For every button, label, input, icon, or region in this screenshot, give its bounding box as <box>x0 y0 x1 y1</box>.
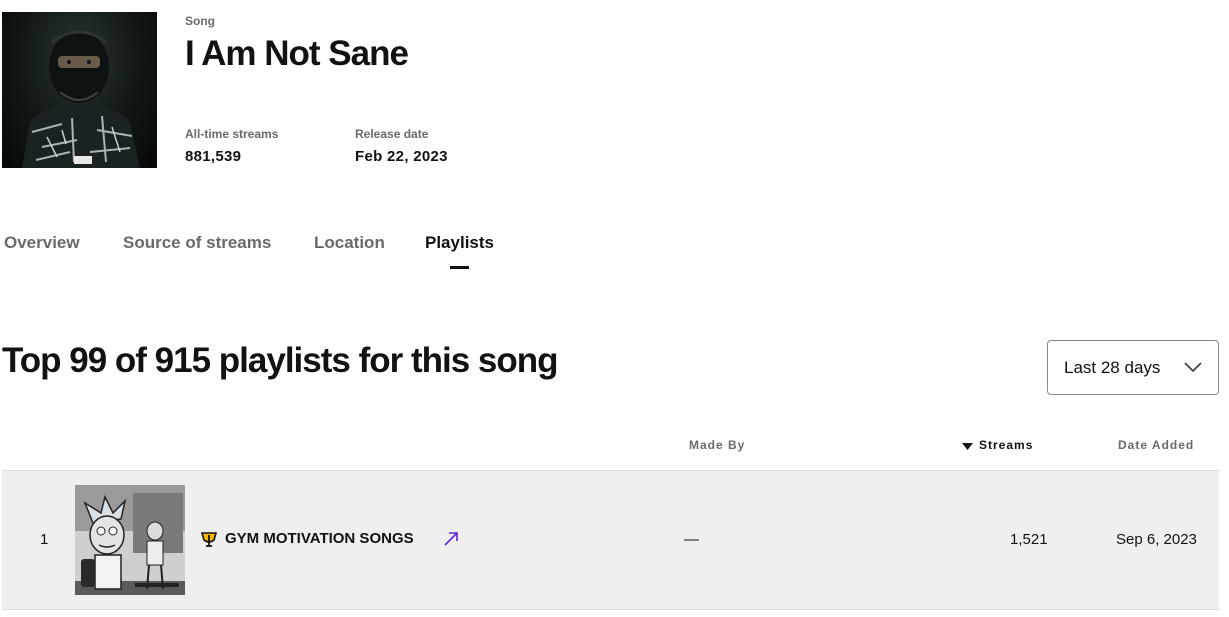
time-range-select[interactable]: Last 28 days <box>1047 340 1219 395</box>
column-header-streams[interactable]: Streams <box>962 438 1033 453</box>
trophy-badge-icon <box>200 530 218 553</box>
release-date-value: Feb 22, 2023 <box>355 148 448 165</box>
tab-location[interactable]: Location <box>314 233 385 253</box>
sort-descending-icon <box>962 439 973 453</box>
song-cover-art <box>2 12 157 168</box>
release-date-label: Release date <box>355 127 429 141</box>
active-tab-indicator <box>450 266 469 269</box>
chevron-down-icon <box>1184 360 1202 378</box>
time-range-value: Last 28 days <box>1064 357 1161 377</box>
tab-source-of-streams[interactable]: Source of streams <box>123 233 271 253</box>
column-header-made-by[interactable]: Made By <box>689 438 745 452</box>
playlist-thumbnail <box>75 485 185 595</box>
made-by-value: — <box>684 531 699 548</box>
column-header-date-added[interactable]: Date Added <box>1118 438 1194 452</box>
section-title: Top 99 of 915 playlists for this song <box>2 341 559 380</box>
arrow-up-right-icon[interactable] <box>443 531 459 552</box>
table-row[interactable]: 1 GYM MOTIVATION SONGS — 1,521 Sep 6, 20… <box>2 470 1219 610</box>
song-type-label: Song <box>185 14 215 28</box>
tab-overview[interactable]: Overview <box>4 233 80 253</box>
tab-playlists[interactable]: Playlists <box>425 233 494 253</box>
streams-value: 1,521 <box>1010 531 1048 548</box>
song-title: I Am Not Sane <box>185 34 409 73</box>
playlist-name[interactable]: GYM MOTIVATION SONGS <box>225 530 414 547</box>
all-time-streams-value: 881,539 <box>185 148 242 165</box>
date-added-value: Sep 6, 2023 <box>1116 531 1197 548</box>
row-rank: 1 <box>40 531 49 548</box>
streams-header-label: Streams <box>979 438 1034 452</box>
all-time-streams-label: All-time streams <box>185 127 279 141</box>
